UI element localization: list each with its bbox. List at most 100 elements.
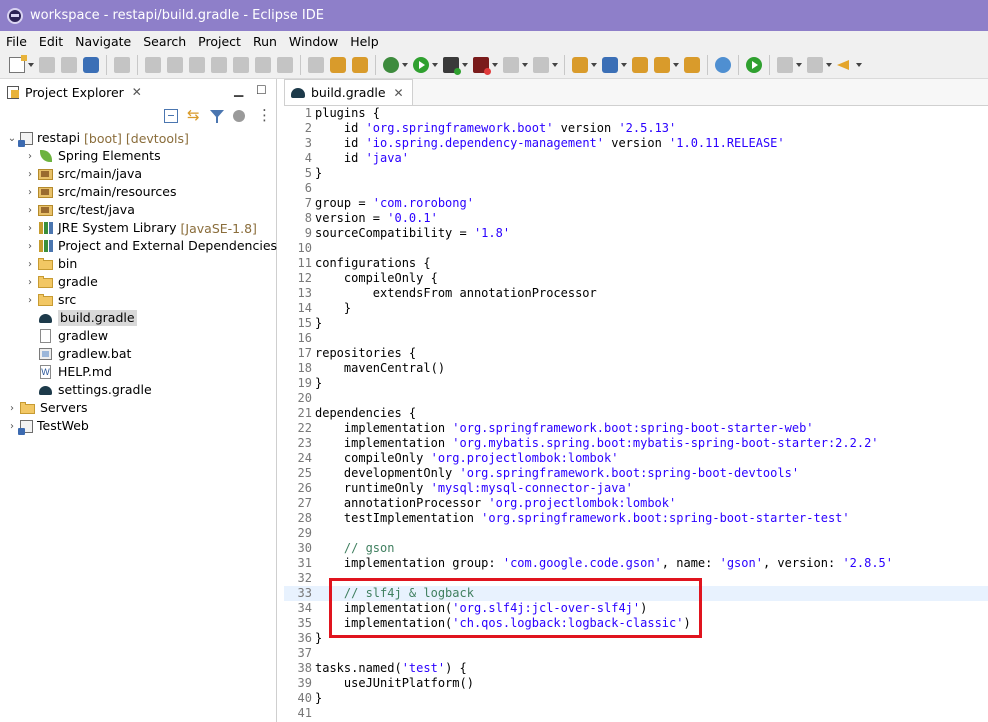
filter-icon[interactable] [210,109,224,123]
menu-window[interactable]: Window [283,34,344,49]
tree-item[interactable]: › src [0,291,276,309]
tree-item[interactable]: › bin [0,255,276,273]
tree-item[interactable]: gradlew [0,327,276,345]
link-with-editor-icon[interactable] [187,106,201,124]
debug-dropdown-icon[interactable] [402,57,408,73]
code-line[interactable]: 1 plugins { [284,106,988,121]
tree-item[interactable]: › JRE System Library [JavaSE-1.8] [0,219,276,237]
open-folder-icon[interactable] [632,56,648,73]
search-dropdown-icon[interactable] [673,57,679,73]
code-editor[interactable]: 1 plugins {2 id 'org.springframework.boot… [284,106,988,721]
chevron-right-icon[interactable]: › [6,403,18,414]
code-line[interactable]: 29 [284,526,988,541]
chevron-right-icon[interactable]: › [24,223,36,234]
resume-icon[interactable] [145,56,161,73]
tree-item[interactable]: › Spring Elements [0,147,276,165]
code-line[interactable]: 20 [284,391,988,406]
back-dropdown-icon[interactable] [856,57,862,73]
code-line[interactable]: 6 [284,181,988,196]
code-line[interactable]: 21 dependencies { [284,406,988,421]
boot-dashboard-icon[interactable] [746,56,762,73]
tree-item[interactable]: › src/test/java [0,201,276,219]
menu-run[interactable]: Run [247,34,283,49]
tree-item[interactable]: › TestWeb [0,417,276,435]
back-icon[interactable] [837,57,853,73]
code-line[interactable]: 9 sourceCompatibility = '1.8' [284,226,988,241]
code-line[interactable]: 32 [284,571,988,586]
chevron-right-icon[interactable]: › [24,241,36,252]
menu-navigate[interactable]: Navigate [69,34,137,49]
deploy-dropdown-icon[interactable] [552,57,558,73]
code-line[interactable]: 4 id 'java' [284,151,988,166]
step-return-icon[interactable] [277,56,293,73]
focus-icon[interactable] [233,110,245,122]
code-line[interactable]: 24 compileOnly 'org.projectlombok:lombok… [284,451,988,466]
menu-file[interactable]: File [0,34,33,49]
new-java-project-dropdown-icon[interactable] [591,57,597,73]
chevron-right-icon[interactable]: › [24,295,36,306]
coverage-dropdown-icon[interactable] [492,57,498,73]
new-java-project-icon[interactable] [572,56,588,73]
coverage-icon[interactable] [473,56,491,75]
menu-project[interactable]: Project [192,34,247,49]
code-line[interactable]: 30 // gson [284,541,988,556]
code-line[interactable]: 10 [284,241,988,256]
code-line[interactable]: 38 tasks.named('test') { [284,661,988,676]
tree-item[interactable]: › Servers [0,399,276,417]
save-icon[interactable] [39,56,55,73]
suspend-icon[interactable] [167,56,183,73]
code-line[interactable]: 22 implementation 'org.springframework.b… [284,421,988,436]
code-line[interactable]: 12 compileOnly { [284,271,988,286]
step-over-icon[interactable] [255,56,271,73]
chevron-right-icon[interactable]: › [24,205,36,216]
tab-build-gradle[interactable]: build.gradle ✕ [284,79,413,105]
new-spring-dropdown-icon[interactable] [621,57,627,73]
chevron-right-icon[interactable]: › [24,187,36,198]
code-line[interactable]: 31 implementation group: 'com.google.cod… [284,556,988,571]
tab-project-explorer[interactable]: Project Explorer ✕ [0,79,148,105]
tree-item[interactable]: › src/main/java [0,165,276,183]
save-all-icon[interactable] [61,56,77,73]
external-tools-dropdown-icon[interactable] [462,57,468,73]
new-icon[interactable] [9,54,27,73]
terminal-icon[interactable] [83,56,99,73]
code-line[interactable]: 35 implementation('ch.qos.logback:logbac… [284,616,988,631]
code-line[interactable]: 39 useJUnitPlatform() [284,676,988,691]
web-browser-icon[interactable] [715,56,731,73]
debug-icon[interactable] [383,56,399,73]
code-line[interactable]: 34 implementation('org.slf4j:jcl-over-sl… [284,601,988,616]
code-line[interactable]: 16 [284,331,988,346]
tree-item[interactable]: › Project and External Dependencies [0,237,277,255]
code-line[interactable]: 19} [284,376,988,391]
tree-item[interactable]: HELP.md [0,363,276,381]
deploy-icon[interactable] [533,56,549,73]
new-dropdown-icon[interactable] [28,57,34,73]
chevron-down-icon[interactable]: ⌄ [6,133,18,144]
view-menu-icon[interactable] [254,106,272,124]
code-line[interactable]: 40} [284,691,988,706]
stop-dropdown-icon[interactable] [522,57,528,73]
code-line[interactable]: 37 [284,646,988,661]
code-line[interactable]: 11 configurations { [284,256,988,271]
code-line[interactable]: 17 repositories { [284,346,988,361]
tree-item[interactable]: ⌄ restapi [boot] [devtools] [0,129,276,147]
chevron-right-icon[interactable]: › [6,421,18,432]
code-line[interactable]: 15} [284,316,988,331]
search-pen-icon[interactable] [654,56,670,73]
code-line[interactable]: 5} [284,166,988,181]
tree-item[interactable]: gradlew.bat [0,345,276,363]
disconnect-icon[interactable] [211,56,227,73]
stop-icon[interactable] [503,56,519,73]
collapse-all-icon[interactable] [164,109,178,123]
run-dropdown-icon[interactable] [432,57,438,73]
code-line[interactable]: 18 mavenCentral() [284,361,988,376]
open-resource-icon[interactable] [684,56,700,73]
code-line[interactable]: 41 [284,706,988,721]
code-line[interactable]: 3 id 'io.spring.dependency-management' v… [284,136,988,151]
code-line[interactable]: 33 // slf4j & logback [284,586,988,601]
open-type-icon[interactable] [330,56,346,73]
tree-item[interactable]: › gradle [0,273,276,291]
code-line[interactable]: 25 developmentOnly 'org.springframework.… [284,466,988,481]
code-line[interactable]: 2 id 'org.springframework.boot' version … [284,121,988,136]
code-line[interactable]: 23 implementation 'org.mybatis.spring.bo… [284,436,988,451]
